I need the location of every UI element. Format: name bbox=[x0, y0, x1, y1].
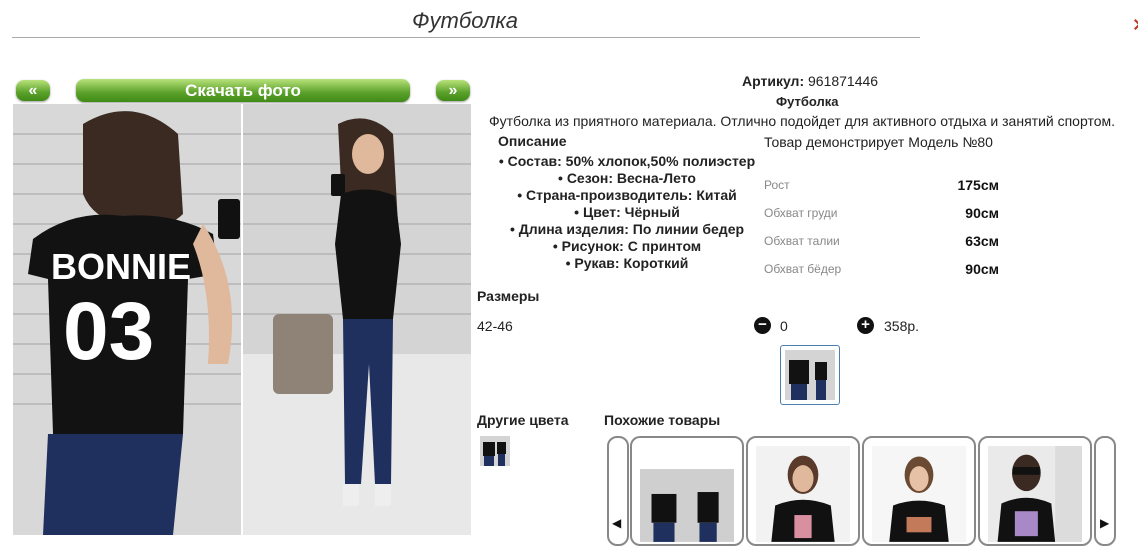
photo-front-view bbox=[243, 104, 471, 535]
property-item: • Длина изделия: По линии бедер bbox=[509, 221, 745, 237]
carousel-left-arrow-icon: ◀ bbox=[612, 516, 622, 530]
title-divider bbox=[12, 37, 920, 38]
other-colors-heading: Другие цвета bbox=[477, 412, 569, 428]
increase-quantity-button[interactable]: + bbox=[857, 317, 874, 334]
quantity-value: 0 bbox=[780, 318, 788, 334]
property-item: • Рукав: Короткий bbox=[565, 255, 689, 271]
property-item: • Страна-производитель: Китай bbox=[517, 187, 737, 203]
property-item: • Рисунок: С принтом bbox=[552, 238, 702, 254]
sizes-heading: Размеры bbox=[477, 288, 540, 304]
model-info: Товар демонстрирует Модель №80 bbox=[764, 134, 993, 150]
download-photo-button[interactable]: Скачать фото bbox=[76, 79, 410, 102]
measurement-value-height: 175см bbox=[957, 177, 999, 193]
other-color-thumbnail[interactable] bbox=[480, 436, 510, 466]
similar-product-image bbox=[640, 446, 734, 542]
svg-text:03: 03 bbox=[63, 286, 154, 377]
product-name: Футболка bbox=[776, 94, 839, 109]
article-line: Артикул: 961871446 bbox=[742, 73, 878, 89]
measurement-label-hips: Обхват бёдер bbox=[764, 262, 842, 276]
page-title: Футболка bbox=[412, 8, 518, 33]
similar-product-card[interactable] bbox=[746, 436, 860, 546]
description-heading: Описание bbox=[498, 133, 567, 149]
similar-product-image bbox=[988, 446, 1082, 542]
property-item: • Сезон: Весна-Лето bbox=[558, 170, 696, 186]
measurement-label-waist: Обхват талии bbox=[764, 234, 840, 248]
article-label: Артикул: bbox=[742, 73, 805, 89]
svg-text:BONNIE: BONNIE bbox=[51, 246, 191, 287]
other-color-image bbox=[480, 436, 510, 466]
product-description: Футболка из приятного материала. Отлично… bbox=[489, 113, 1116, 129]
close-icon[interactable]: ⨯ bbox=[1132, 14, 1138, 35]
measurement-label-chest: Обхват груди bbox=[764, 206, 838, 220]
similar-product-image bbox=[756, 446, 850, 542]
similar-product-card[interactable] bbox=[978, 436, 1092, 546]
size-value: 42-46 bbox=[477, 318, 513, 334]
measurement-value-hips: 90см bbox=[965, 261, 999, 277]
price-value: 358р. bbox=[884, 318, 920, 334]
measurement-label-height: Рост bbox=[764, 178, 790, 192]
product-photo[interactable]: BONNIE 03 bbox=[13, 104, 471, 535]
carousel-prev-button[interactable]: ◀ bbox=[607, 436, 629, 546]
thumbnail-image bbox=[785, 350, 835, 400]
similar-product-card[interactable] bbox=[862, 436, 976, 546]
carousel-right-arrow-icon: ▶ bbox=[1100, 516, 1110, 530]
similar-product-image bbox=[872, 446, 966, 542]
measurement-value-waist: 63см bbox=[965, 233, 999, 249]
carousel-next-button[interactable]: ▶ bbox=[1094, 436, 1116, 546]
measurement-value-chest: 90см bbox=[965, 205, 999, 221]
property-item: • Состав: 50% хлопок,50% полиэстер bbox=[498, 153, 756, 169]
decrease-quantity-button[interactable]: − bbox=[754, 317, 771, 334]
property-item: • Цвет: Чёрный bbox=[574, 204, 680, 220]
article-number: 961871446 bbox=[808, 73, 879, 89]
similar-products-heading: Похожие товары bbox=[604, 412, 721, 428]
photo-back-view: BONNIE 03 bbox=[13, 104, 241, 535]
previous-photo-button[interactable]: « bbox=[16, 80, 50, 101]
properties-list: • Состав: 50% хлопок,50% полиэстер • Сез… bbox=[492, 153, 762, 272]
similar-product-card[interactable] bbox=[630, 436, 744, 546]
next-photo-button[interactable]: » bbox=[436, 80, 470, 101]
photo-thumbnail[interactable] bbox=[780, 345, 840, 405]
